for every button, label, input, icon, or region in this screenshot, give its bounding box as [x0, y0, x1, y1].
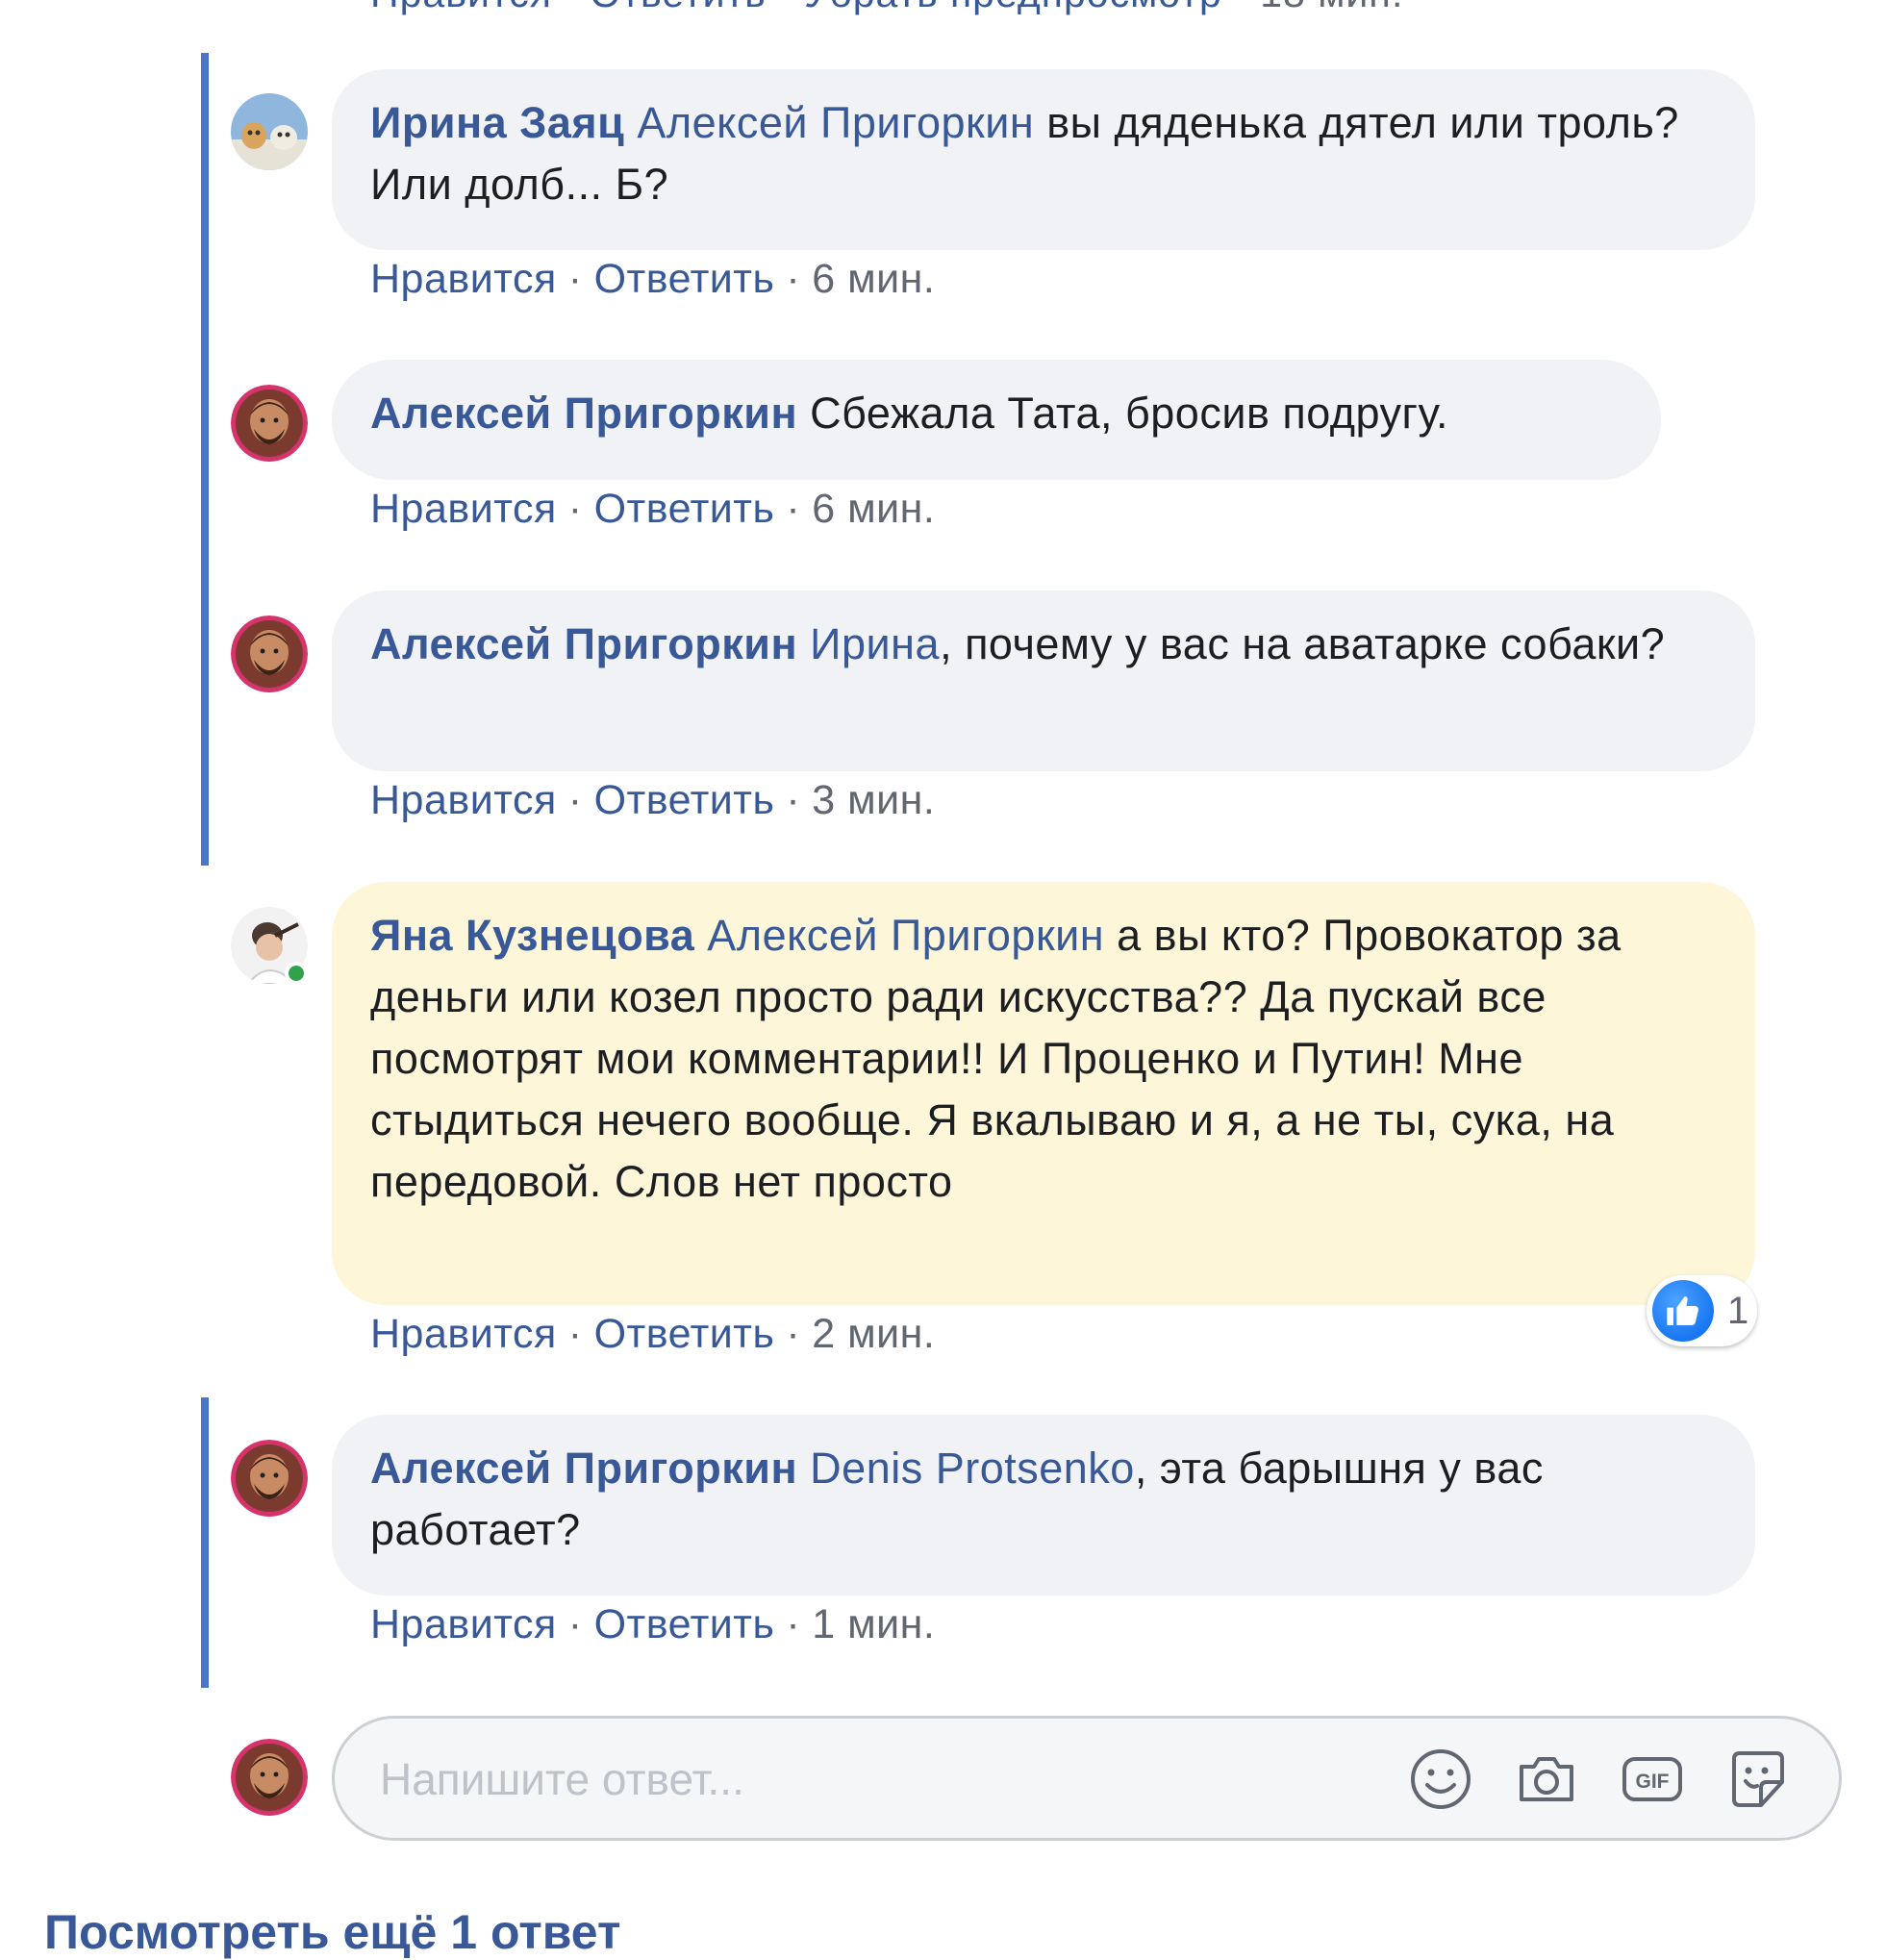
comment-mention[interactable]: Denis Protsenko — [810, 1444, 1135, 1493]
reply-input[interactable] — [378, 1747, 1324, 1811]
avatar[interactable] — [231, 616, 308, 692]
avatar[interactable] — [231, 1440, 308, 1517]
comment-actions: Нравится · Ответить · 1 мин. — [370, 1601, 935, 1648]
reply-link[interactable]: Ответить — [590, 0, 766, 15]
reply-link[interactable]: Ответить — [594, 256, 775, 302]
comment-time[interactable]: 6 мин. — [812, 486, 935, 532]
comment-author[interactable]: Алексей Пригоркин — [370, 389, 797, 438]
reply-thread-line — [201, 53, 209, 866]
comment-bubble: Яна Кузнецова Алексей Пригоркин а вы кто… — [332, 882, 1755, 1305]
reply-link[interactable]: Ответить — [594, 486, 775, 532]
separator-dot: · — [786, 1311, 801, 1357]
comment-author[interactable]: Яна Кузнецова — [370, 911, 694, 960]
view-more-replies-link[interactable]: Посмотреть ещё 1 ответ — [44, 1904, 620, 1960]
separator-dot: · — [567, 777, 583, 823]
online-status-icon — [285, 962, 308, 985]
separator-dot: · — [1234, 0, 1260, 15]
comment-mention[interactable]: Ирина — [810, 619, 940, 668]
like-icon — [1652, 1280, 1714, 1342]
separator-dot: · — [567, 256, 583, 302]
user-photo-icon — [231, 1739, 308, 1816]
comment-bubble: Алексей Пригоркин Сбежала Тата, бросив п… — [332, 360, 1661, 480]
comment-time[interactable]: 2 мин. — [812, 1311, 935, 1357]
like-link[interactable]: Нравится — [370, 1601, 557, 1647]
comment-bubble: Алексей Пригоркин Ирина, почему у вас на… — [332, 591, 1755, 771]
comment-bubble: Ирина Заяц Алексей Пригоркин вы дяденька… — [332, 69, 1755, 250]
separator-dot: · — [786, 1601, 801, 1647]
separator-dot: · — [567, 1601, 583, 1647]
comment-text: Сбежала Тата, бросив подругу. — [797, 389, 1448, 438]
reaction-summary[interactable]: 1 — [1647, 1275, 1757, 1346]
dogs-avatar-icon — [231, 93, 308, 170]
comment-actions: Нравится · Ответить · 6 мин. — [370, 256, 935, 303]
sticker-icon[interactable] — [1724, 1746, 1792, 1813]
reply-composer[interactable]: GIF — [332, 1716, 1842, 1841]
comment-time[interactable]: 1 мин. — [812, 1601, 935, 1647]
separator-dot: · — [567, 1311, 583, 1357]
comment-time[interactable]: 3 мин. — [812, 777, 935, 823]
user-photo-icon — [231, 616, 308, 692]
comment-actions: Нравится · Ответить · 2 мин. — [370, 1311, 935, 1358]
current-user-avatar[interactable] — [231, 1739, 308, 1816]
comment-author[interactable]: Алексей Пригоркин — [370, 1444, 797, 1493]
avatar[interactable] — [231, 93, 308, 170]
separator-dot: · — [778, 0, 804, 15]
user-photo-icon — [231, 385, 308, 462]
reply-thread-line — [201, 1397, 209, 1688]
reaction-count: 1 — [1727, 1289, 1749, 1332]
reply-link[interactable]: Ответить — [594, 1601, 775, 1647]
comment-mention[interactable]: Алексей Пригоркин — [707, 911, 1104, 960]
separator-dot: · — [564, 0, 590, 15]
previous-comment-actions: Нравится · Ответить · Убрать предпросмот… — [370, 0, 1403, 16]
comment-author[interactable]: Алексей Пригоркин — [370, 619, 797, 668]
comment-actions: Нравится · Ответить · 3 мин. — [370, 777, 935, 824]
user-photo-icon — [231, 1440, 308, 1517]
reply-link[interactable]: Ответить — [594, 777, 775, 823]
comment-text: , почему у вас на аватарке собаки? — [940, 619, 1666, 668]
comment-author[interactable]: Ирина Заяц — [370, 98, 624, 147]
like-link[interactable]: Нравится — [370, 0, 552, 15]
reply-link[interactable]: Ответить — [594, 1311, 775, 1357]
emoji-icon[interactable] — [1407, 1746, 1474, 1813]
like-link[interactable]: Нравится — [370, 777, 557, 823]
like-link[interactable]: Нравится — [370, 486, 557, 532]
separator-dot: · — [786, 256, 801, 302]
like-link[interactable]: Нравится — [370, 1311, 557, 1357]
like-link[interactable]: Нравится — [370, 256, 557, 302]
separator-dot: · — [786, 777, 801, 823]
comment-bubble: Алексей Пригоркин Denis Protsenko, эта б… — [332, 1415, 1755, 1596]
comment-time[interactable]: 6 мин. — [812, 256, 935, 302]
svg-text:GIF: GIF — [1636, 1771, 1670, 1793]
gif-icon[interactable]: GIF — [1619, 1746, 1686, 1813]
separator-dot: · — [786, 486, 801, 532]
avatar[interactable] — [231, 385, 308, 462]
comment-actions: Нравится · Ответить · 6 мин. — [370, 486, 935, 533]
camera-icon[interactable] — [1513, 1746, 1580, 1813]
comment-mention[interactable]: Алексей Пригоркин — [637, 98, 1034, 147]
comment-time: 18 мин. — [1260, 0, 1403, 15]
separator-dot: · — [567, 486, 583, 532]
remove-preview-link[interactable]: Убрать предпросмотр — [804, 0, 1222, 15]
